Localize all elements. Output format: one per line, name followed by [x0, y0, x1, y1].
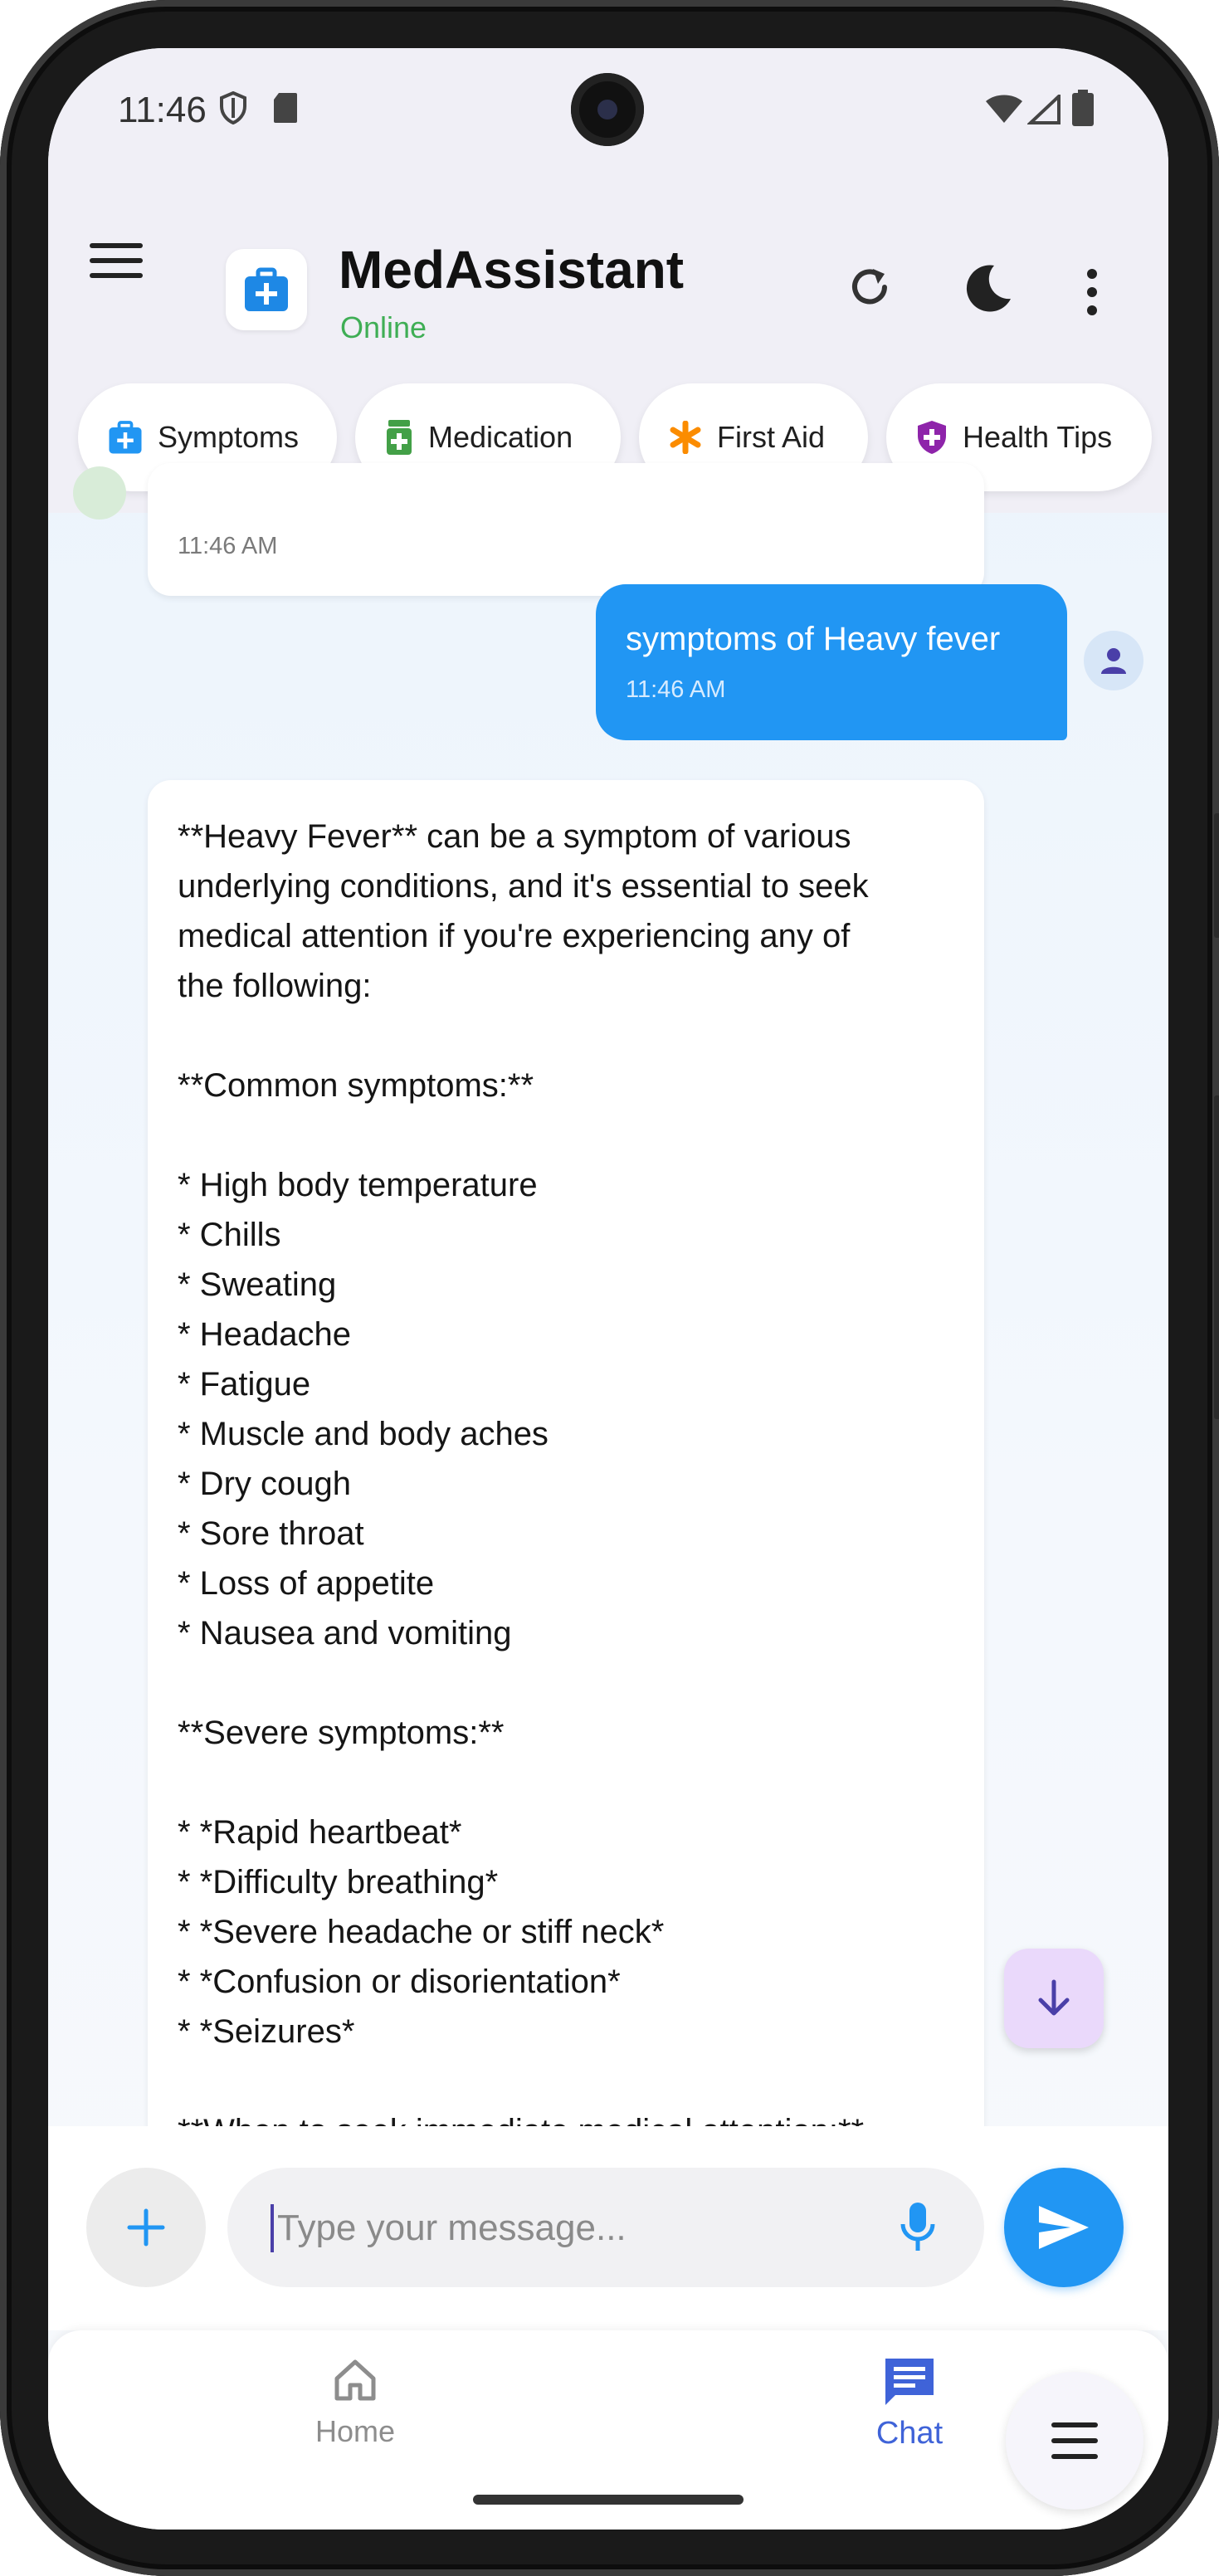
input-placeholder: Type your message...	[277, 2208, 627, 2248]
online-status: Online	[340, 310, 427, 344]
nav-home[interactable]: Home	[256, 2355, 455, 2449]
reply-line	[178, 1758, 954, 1808]
reply-line: * Chills	[178, 1217, 281, 1253]
reply-line: * Headache	[178, 1316, 352, 1353]
app-logo	[226, 249, 307, 330]
pill-bottle-icon	[387, 420, 412, 455]
reply-line: * Loss of appetite	[178, 1565, 435, 1602]
reply-line	[178, 1110, 954, 1160]
chat-icon	[885, 2359, 934, 2405]
reply-line: * *Rapid heartbeat*	[178, 1814, 462, 1851]
status-bar: 11:46	[48, 48, 1168, 173]
reply-line: * Nausea and vomiting	[178, 1615, 512, 1651]
text-caret	[271, 2204, 274, 2252]
scroll-to-bottom-button[interactable]	[1004, 1949, 1104, 2048]
home-indicator[interactable]	[473, 2495, 744, 2505]
chip-label: Medication	[428, 420, 573, 454]
menu-icon-line	[90, 243, 143, 248]
reply-line	[178, 1011, 954, 1061]
sd-card-icon	[274, 93, 297, 123]
nav-chat-label: Chat	[875, 2416, 944, 2451]
reply-line: underlying conditions, and it's essentia…	[178, 868, 869, 905]
plus-icon	[127, 2208, 165, 2247]
message-input[interactable]: Type your message...	[227, 2168, 984, 2287]
reply-line: **Severe symptoms:**	[178, 1715, 505, 1751]
reply-line: * Fatigue	[178, 1366, 311, 1403]
bot-reply-text: **Heavy Fever** can be a symptom of vari…	[178, 812, 954, 2156]
front-camera	[571, 73, 644, 146]
reply-line	[178, 1658, 954, 1708]
screen: 11:46 MedAssistant Online Symptoms Medic…	[48, 48, 1168, 2530]
shield-status-icon	[220, 91, 246, 124]
message-time: 11:46 AM	[178, 533, 278, 559]
bot-avatar	[73, 466, 126, 520]
power-button	[1214, 1095, 1219, 1419]
bot-reply-bubble: **Heavy Fever** can be a symptom of vari…	[148, 780, 984, 2191]
app-title: MedAssistant	[339, 240, 685, 300]
message-input-bar: Type your message...	[48, 2126, 1168, 2330]
reply-line: **Common symptoms:**	[178, 1067, 534, 1104]
send-icon	[1039, 2206, 1089, 2249]
previous-bot-message: 11:46 AM	[148, 463, 984, 596]
wifi-icon	[986, 95, 1022, 123]
reply-line: * *Difficulty breathing*	[178, 1864, 499, 1900]
asterisk-icon	[670, 421, 701, 454]
nav-chat[interactable]: Chat	[810, 2355, 1009, 2452]
more-options-icon[interactable]	[1085, 269, 1099, 315]
reply-line: * Sweating	[178, 1266, 337, 1303]
reply-line	[178, 2056, 954, 2106]
chip-label: First Aid	[717, 420, 826, 454]
reply-line: * Muscle and body aches	[178, 1416, 549, 1452]
menu-icon-line	[90, 273, 143, 278]
add-attachment-button[interactable]	[86, 2168, 206, 2287]
reply-line: the following:	[178, 968, 372, 1004]
reply-line: **Heavy Fever** can be a symptom of vari…	[178, 818, 851, 855]
reply-line: medical attention if you're experiencing…	[178, 918, 851, 954]
reply-line: * *Confusion or disorientation*	[178, 1964, 621, 2000]
microphone-icon[interactable]	[900, 2201, 936, 2254]
status-time: 11:46	[118, 90, 207, 130]
person-icon	[1101, 648, 1126, 674]
arrow-down-icon	[1038, 1979, 1070, 2016]
battery-icon	[1072, 90, 1094, 126]
message-time: 11:46 AM	[626, 676, 726, 703]
cellular-signal-icon	[1027, 95, 1061, 124]
medical-kit-icon	[245, 267, 288, 311]
medical-kit-icon	[109, 421, 142, 454]
menu-button[interactable]	[90, 243, 143, 290]
home-icon	[334, 2359, 376, 2401]
reply-line: * Sore throat	[178, 1515, 364, 1552]
reply-line: * *Severe headache or stiff neck*	[178, 1914, 665, 1950]
reply-line: * Dry cough	[178, 1466, 351, 1502]
user-avatar	[1084, 631, 1143, 690]
shield-plus-icon	[918, 421, 946, 454]
volume-button	[1214, 813, 1219, 938]
chip-label: Health Tips	[963, 420, 1113, 454]
reply-line: * High body temperature	[178, 1167, 538, 1203]
menu-fab-button[interactable]	[1006, 2372, 1143, 2510]
user-message-bubble: symptoms of Heavy fever 11:46 AM	[596, 584, 1067, 740]
nav-home-label: Home	[315, 2414, 396, 2448]
user-message-text: symptoms of Heavy fever	[626, 621, 1001, 657]
dark-mode-icon[interactable]	[961, 262, 1014, 315]
chip-label: Symptoms	[158, 420, 300, 454]
menu-icon-line	[90, 258, 143, 263]
send-button[interactable]	[1004, 2168, 1124, 2287]
reply-line: * *Seizures*	[178, 2013, 355, 2050]
menu-icon	[1051, 2422, 1098, 2459]
refresh-icon[interactable]	[845, 262, 895, 312]
app-bar: MedAssistant Online	[48, 173, 1168, 362]
